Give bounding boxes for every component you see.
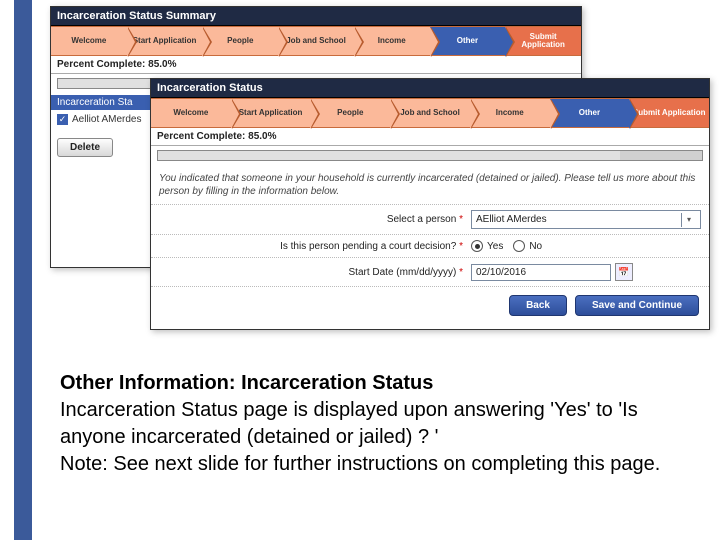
percent-complete-label: Percent Complete: 85.0%: [51, 56, 581, 74]
save-continue-button[interactable]: Save and Continue: [575, 295, 699, 316]
caption-body-2: Note: See next slide for further instruc…: [60, 451, 680, 478]
checkbox-icon[interactable]: ✓: [57, 114, 68, 125]
progress-nav: Welcome Start Application People Job and…: [151, 98, 709, 128]
label-start-date: Start Date (mm/dd/yyyy) *: [159, 267, 471, 278]
nav-step-start-application[interactable]: Start Application: [127, 26, 203, 56]
delete-button[interactable]: Delete: [57, 138, 113, 157]
percent-complete-label: Percent Complete: 85.0%: [151, 128, 709, 146]
radio-yes-label: Yes: [487, 241, 503, 252]
slide-accent-bar: [14, 0, 32, 540]
nav-step-welcome[interactable]: Welcome: [151, 98, 231, 128]
nav-step-income[interactable]: Income: [470, 98, 550, 128]
radio-yes[interactable]: [471, 240, 483, 252]
label-select-person: Select a person *: [159, 214, 471, 225]
progress-nav: Welcome Start Application People Job and…: [51, 26, 581, 56]
caption-heading: Other Information: Incarceration Status: [60, 370, 680, 397]
radio-no[interactable]: [513, 240, 525, 252]
slide-caption: Other Information: Incarceration Status …: [60, 370, 680, 478]
nav-step-submit[interactable]: Submit Application: [505, 26, 581, 56]
back-button[interactable]: Back: [509, 295, 567, 316]
nav-step-job-school[interactable]: Job and School: [390, 98, 470, 128]
window-title: Incarceration Status Summary: [51, 7, 581, 26]
caption-body-1: Incarceration Status page is displayed u…: [60, 397, 680, 451]
window-incarceration-status: Incarceration Status Welcome Start Appli…: [150, 78, 710, 330]
calendar-icon[interactable]: 📅: [615, 263, 633, 281]
label-pending-court: Is this person pending a court decision?…: [159, 241, 471, 252]
nav-step-start-application[interactable]: Start Application: [231, 98, 311, 128]
nav-step-other[interactable]: Other: [430, 26, 506, 56]
window-title: Incarceration Status: [151, 79, 709, 98]
nav-step-other[interactable]: Other: [550, 98, 630, 128]
intro-text: You indicated that someone in your house…: [151, 167, 709, 204]
nav-step-job-school[interactable]: Job and School: [278, 26, 354, 56]
nav-step-submit[interactable]: Submit Application: [629, 98, 709, 128]
input-start-date[interactable]: 02/10/2016: [471, 264, 611, 281]
nav-step-welcome[interactable]: Welcome: [51, 26, 127, 56]
nav-step-people[interactable]: People: [310, 98, 390, 128]
percent-complete-bar: [157, 150, 703, 161]
select-person-value: AElliot AMerdes: [476, 214, 547, 225]
select-person-dropdown[interactable]: AElliot AMerdes ▾: [471, 210, 701, 229]
nav-step-income[interactable]: Income: [354, 26, 430, 56]
nav-step-people[interactable]: People: [202, 26, 278, 56]
radio-no-label: No: [529, 241, 542, 252]
form: Select a person * AElliot AMerdes ▾ Is t…: [151, 204, 709, 287]
screenshot-figure: Incarceration Status Summary Welcome Sta…: [50, 6, 710, 346]
person-name: Aelliot AMerdes: [72, 114, 141, 125]
chevron-down-icon: ▾: [681, 213, 696, 227]
